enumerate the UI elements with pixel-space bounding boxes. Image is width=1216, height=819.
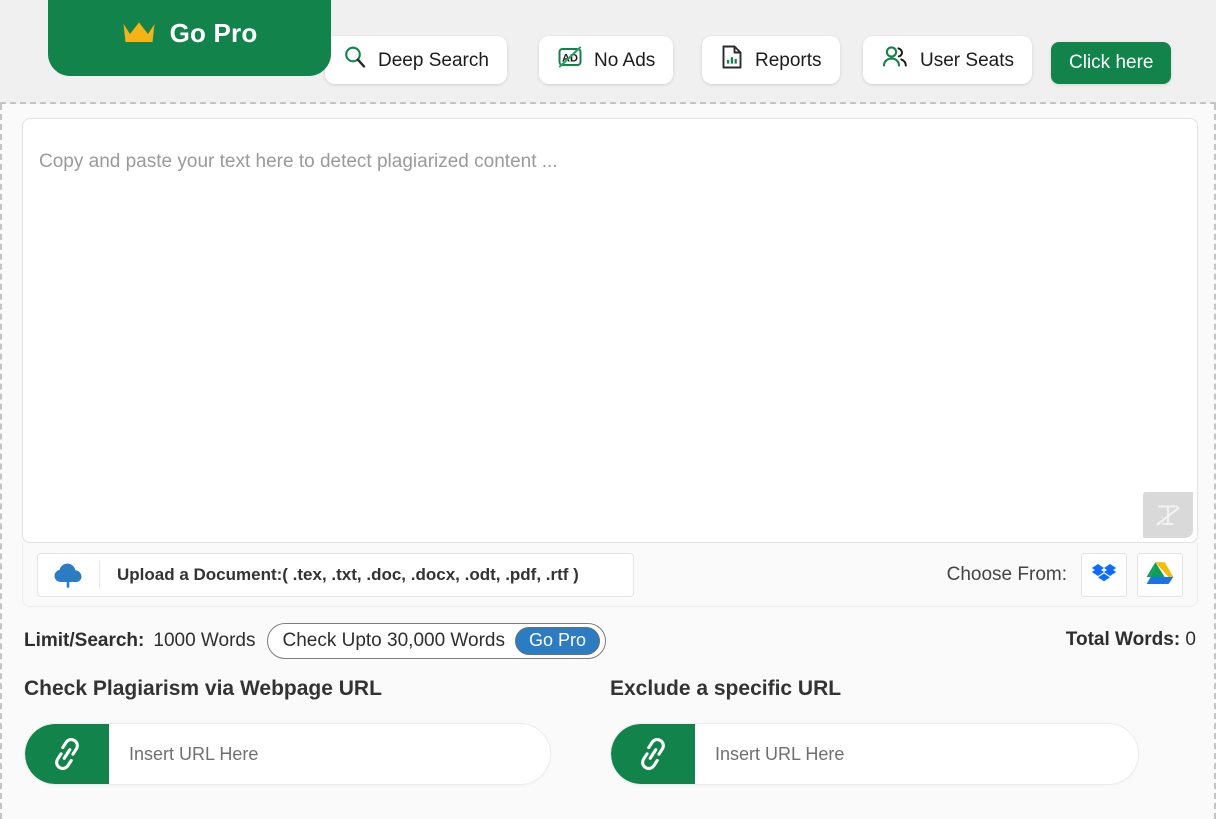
no-ads-button[interactable]: AD No Ads (539, 36, 674, 84)
check-plagiarism-url-section: Check Plagiarism via Webpage URL (24, 677, 551, 785)
click-here-button[interactable]: Click here (1051, 42, 1172, 84)
check-plagiarism-url-heading: Check Plagiarism via Webpage URL (24, 677, 382, 700)
editor-input-area[interactable] (23, 119, 1197, 542)
users-icon (881, 45, 909, 75)
go-pro-badge[interactable]: Go Pro (514, 626, 601, 656)
dropbox-icon (1091, 561, 1117, 590)
check-plagiarism-url-input[interactable] (109, 724, 550, 784)
user-seats-button[interactable]: User Seats (863, 36, 1032, 84)
total-words: Total Words: 0 (1066, 629, 1196, 651)
main-panel: Copy and paste your text here to detect … (0, 104, 1216, 819)
search-icon (343, 45, 367, 75)
upload-document-button[interactable]: Upload a Document:( .tex, .txt, .doc, .d… (37, 553, 634, 597)
reports-label: Reports (755, 49, 822, 71)
cloud-upload-icon (38, 561, 100, 589)
link-icon[interactable] (25, 724, 109, 784)
limit-label: Limit/Search: (24, 630, 145, 651)
go-pro-banner-label: Go Pro (169, 17, 258, 48)
editor-placeholder: Copy and paste your text here to detect … (39, 151, 558, 172)
total-words-label: Total Words: (1065, 629, 1181, 650)
go-pro-banner[interactable]: Go Pro (48, 0, 331, 80)
google-drive-icon (1146, 560, 1174, 590)
user-seats-label: User Seats (920, 49, 1014, 71)
plagiarism-checker-page: Go Pro Deep Search AD No Ads (0, 0, 1216, 819)
promo-bar: Go Pro Deep Search AD No Ads (0, 0, 1216, 104)
exclude-url-section: Exclude a specific URL (610, 677, 1139, 785)
limit-row: Limit/Search: 1000 Words Check Upto 30,0… (2, 609, 1216, 667)
text-format-icon[interactable] (1143, 492, 1193, 538)
dropbox-button[interactable] (1081, 553, 1127, 597)
exclude-url-heading: Exclude a specific URL (610, 677, 842, 700)
no-ads-label: No Ads (594, 49, 656, 71)
deep-search-button[interactable]: Deep Search (325, 36, 507, 84)
google-drive-button[interactable] (1137, 553, 1183, 597)
choose-from-group: Choose From: (947, 553, 1183, 597)
limit-group: Limit/Search: 1000 Words Check Upto 30,0… (24, 623, 607, 659)
no-ads-icon: AD (557, 45, 583, 75)
limit-value: 1000 Words (153, 630, 256, 651)
go-pro-banner-content: Go Pro (48, 0, 331, 66)
report-document-icon (720, 44, 744, 76)
exclude-url-field[interactable] (610, 723, 1139, 785)
deep-search-label: Deep Search (378, 49, 489, 71)
check-plagiarism-url-field[interactable] (24, 723, 551, 785)
crown-icon (122, 21, 156, 45)
plagiarism-text-editor[interactable]: Copy and paste your text here to detect … (22, 118, 1198, 543)
reports-button[interactable]: Reports (702, 36, 840, 84)
choose-from-label: Choose From: (946, 564, 1067, 585)
upload-row: Upload a Document:( .tex, .txt, .doc, .d… (22, 543, 1198, 607)
upload-document-label: Upload a Document:( .tex, .txt, .doc, .d… (117, 565, 579, 584)
upgrade-word-limit-label: Check Upto 30,000 Words (282, 630, 505, 651)
link-icon[interactable] (611, 724, 695, 784)
total-words-value: 0 (1185, 629, 1196, 650)
upgrade-word-limit-pill[interactable]: Check Upto 30,000 Words Go Pro (267, 623, 607, 659)
exclude-url-input[interactable] (695, 724, 1138, 784)
